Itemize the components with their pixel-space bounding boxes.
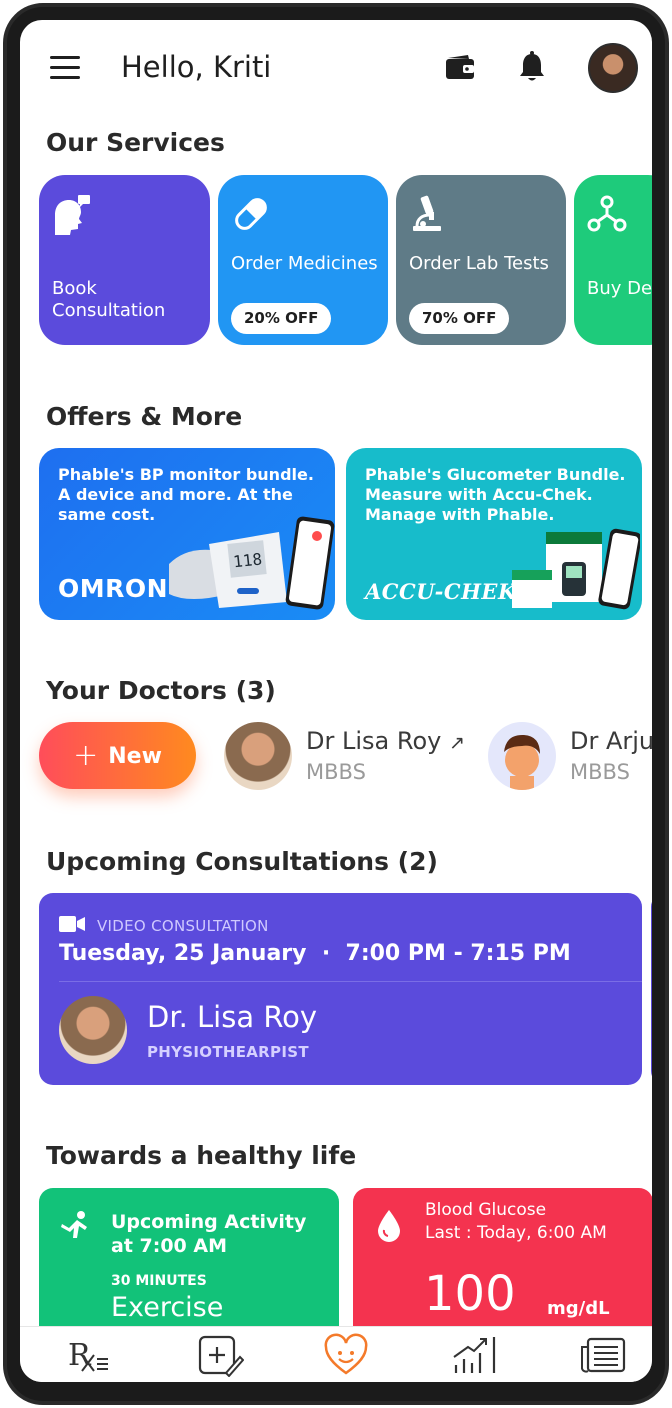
glucose-unit: mg/dL xyxy=(547,1298,610,1319)
greeting-text: Hello, Kriti xyxy=(121,50,272,84)
doctor-name[interactable]: Dr Arjun xyxy=(570,727,652,755)
pill-icon xyxy=(235,198,267,230)
consultation-datetime: Tuesday, 25 January · 7:00 PM - 7:15 PM xyxy=(59,941,571,966)
blood-drop-icon xyxy=(378,1210,400,1242)
bottom-nav: R xyxy=(20,1326,652,1382)
video-camera-icon xyxy=(59,916,85,932)
svg-text:118: 118 xyxy=(232,549,263,571)
activity-icon xyxy=(61,1211,87,1238)
consultation-type: VIDEO CONSULTATION xyxy=(97,917,269,935)
offer-bp-monitor[interactable]: Phable's BP monitor bundle. A device and… xyxy=(39,448,335,620)
consultation-card[interactable]: VIDEO CONSULTATION Tuesday, 25 January ·… xyxy=(39,893,642,1085)
offer-glucometer[interactable]: Phable's Glucometer Bundle. Measure with… xyxy=(346,448,642,620)
health-title: Towards a healthy life xyxy=(46,1141,357,1170)
doctor-chat-icon xyxy=(55,195,90,235)
service-label: Order Lab Tests xyxy=(409,253,549,274)
doctor-avatar[interactable] xyxy=(224,722,292,790)
bp-monitor-image: 118 xyxy=(169,516,335,610)
wallet-icon[interactable] xyxy=(445,54,475,80)
service-buy-devices[interactable]: Buy Devices xyxy=(574,175,652,345)
glucose-heading: Blood Glucose xyxy=(425,1200,547,1220)
add-doctor-button[interactable]: + New xyxy=(39,722,196,789)
analytics-icon[interactable] xyxy=(450,1333,498,1377)
doctor-avatar xyxy=(59,996,127,1064)
doctor-name[interactable]: Dr Lisa Roy ↗ xyxy=(306,727,465,755)
offer-text: Phable's Glucometer Bundle. Measure with… xyxy=(365,465,626,524)
consultations-title: Upcoming Consultations (2) xyxy=(46,847,438,876)
svg-text:R: R xyxy=(68,1338,92,1373)
glucose-card[interactable]: Blood Glucose Last : Today, 6:00 AM 100 … xyxy=(353,1188,652,1328)
service-order-medicines[interactable]: Order Medicines 20% OFF xyxy=(218,175,388,345)
news-icon[interactable] xyxy=(580,1333,628,1377)
consultation-doctor-name: Dr. Lisa Roy xyxy=(147,1000,318,1034)
glucose-value: 100 xyxy=(424,1266,516,1322)
glucose-last-reading: Last : Today, 6:00 AM xyxy=(425,1223,607,1243)
app-screen: Hello, Kriti Our Services Book Consultat… xyxy=(20,20,652,1382)
service-book-consultation[interactable]: Book Consultation xyxy=(39,175,210,345)
heart-smile-icon[interactable] xyxy=(322,1333,370,1377)
consultation-peek xyxy=(651,893,652,1085)
services-title: Our Services xyxy=(46,128,225,157)
user-avatar[interactable] xyxy=(588,43,638,93)
activity-duration: 30 MINUTES xyxy=(111,1273,207,1289)
prescription-icon[interactable]: R xyxy=(64,1333,112,1377)
device-nodes-icon xyxy=(587,195,627,232)
doctors-title: Your Doctors (3) xyxy=(46,676,276,705)
plus-icon: + xyxy=(73,738,99,773)
consultation-doctor-role: PHYSIOTHEARPIST xyxy=(147,1043,309,1061)
divider xyxy=(59,981,642,982)
bell-icon[interactable] xyxy=(517,51,547,83)
phone-frame: Hello, Kriti Our Services Book Consultat… xyxy=(3,3,669,1405)
omron-logo: OMRON xyxy=(58,574,169,603)
add-record-icon[interactable] xyxy=(196,1333,244,1377)
activity-card[interactable]: Upcoming Activity at 7:00 AM 30 MINUTES … xyxy=(39,1188,339,1328)
glucometer-image xyxy=(512,528,640,610)
discount-badge: 70% OFF xyxy=(409,303,510,334)
menu-icon[interactable] xyxy=(50,56,80,80)
activity-name: Exercise xyxy=(111,1292,224,1323)
service-label: Book Consultation xyxy=(52,278,166,321)
doctor-degree: MBBS xyxy=(570,760,630,784)
external-link-icon: ↗ xyxy=(448,732,465,754)
service-order-lab-tests[interactable]: Order Lab Tests 70% OFF xyxy=(396,175,566,345)
header: Hello, Kriti xyxy=(20,20,652,120)
doctor-avatar[interactable] xyxy=(488,722,556,790)
accu-chek-logo: ACCU-CHEK xyxy=(365,579,517,604)
doctor-degree: MBBS xyxy=(306,760,366,784)
service-label: Buy Devices xyxy=(587,278,652,299)
service-label: Order Medicines xyxy=(231,253,378,274)
activity-heading: Upcoming Activity at 7:00 AM xyxy=(111,1211,307,1257)
microscope-icon xyxy=(413,195,441,231)
discount-badge: 20% OFF xyxy=(231,303,332,334)
offers-title: Offers & More xyxy=(46,402,243,431)
